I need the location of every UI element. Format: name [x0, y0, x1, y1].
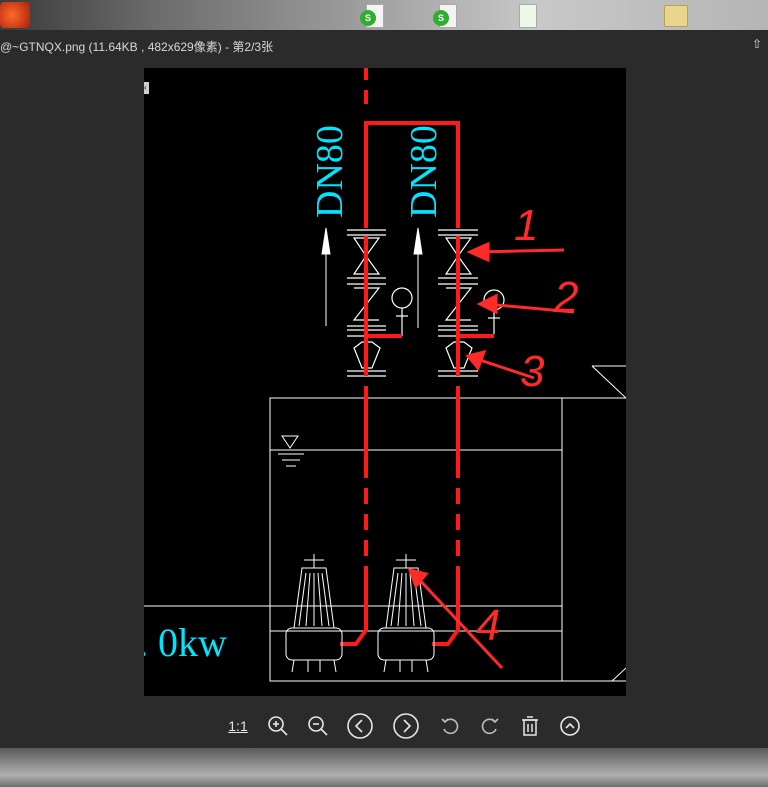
actual-size-button[interactable]: 1:1	[224, 712, 252, 740]
zoom-in-icon[interactable]	[264, 712, 292, 740]
desktop-background-top: S S	[0, 0, 768, 30]
app-icon[interactable]	[0, 2, 30, 28]
rotate-left-icon[interactable]	[436, 712, 464, 740]
image-canvas[interactable]: DN80 DN80 . 0kw 1 2 3 4	[144, 68, 626, 696]
desktop-background-bottom	[0, 748, 768, 787]
pin-icon[interactable]: ⇧	[752, 38, 764, 50]
window-title: @~GTNQX.png (11.64KB , 482x629像素) - 第2/3…	[0, 40, 274, 54]
folder-icon[interactable]	[664, 5, 688, 27]
spreadsheet-file-icon[interactable]: S	[360, 4, 386, 28]
annotation-4: 4	[476, 601, 500, 650]
annotation-1: 1	[514, 201, 538, 250]
cad-drawing: DN80 DN80 . 0kw 1 2 3 4	[144, 68, 626, 682]
collapse-tab[interactable]: ‹	[144, 82, 149, 94]
delete-icon[interactable]	[516, 712, 544, 740]
left-valve-stack	[347, 229, 413, 377]
pipe-label-right: DN80	[403, 125, 445, 218]
viewer-toolbar: 1:1	[0, 708, 768, 744]
rotate-right-icon[interactable]	[476, 712, 504, 740]
next-icon[interactable]	[392, 712, 420, 740]
more-icon[interactable]	[556, 712, 584, 740]
pump-right	[377, 554, 435, 673]
annotation-3: 3	[520, 347, 545, 396]
image-viewer-window: @~GTNQX.png (11.64KB , 482x629像素) - 第2/3…	[0, 30, 768, 748]
power-label: . 0kw	[144, 620, 227, 665]
previous-icon[interactable]	[346, 712, 374, 740]
pump-left	[285, 554, 343, 673]
pipe-label-left: DN80	[309, 125, 351, 218]
spreadsheet-file-icon[interactable]	[513, 4, 539, 28]
title-bar: @~GTNQX.png (11.64KB , 482x629像素) - 第2/3…	[0, 30, 768, 60]
zoom-out-icon[interactable]	[304, 712, 332, 740]
spreadsheet-file-icon[interactable]: S	[433, 4, 459, 28]
annotation-2: 2	[553, 273, 578, 322]
